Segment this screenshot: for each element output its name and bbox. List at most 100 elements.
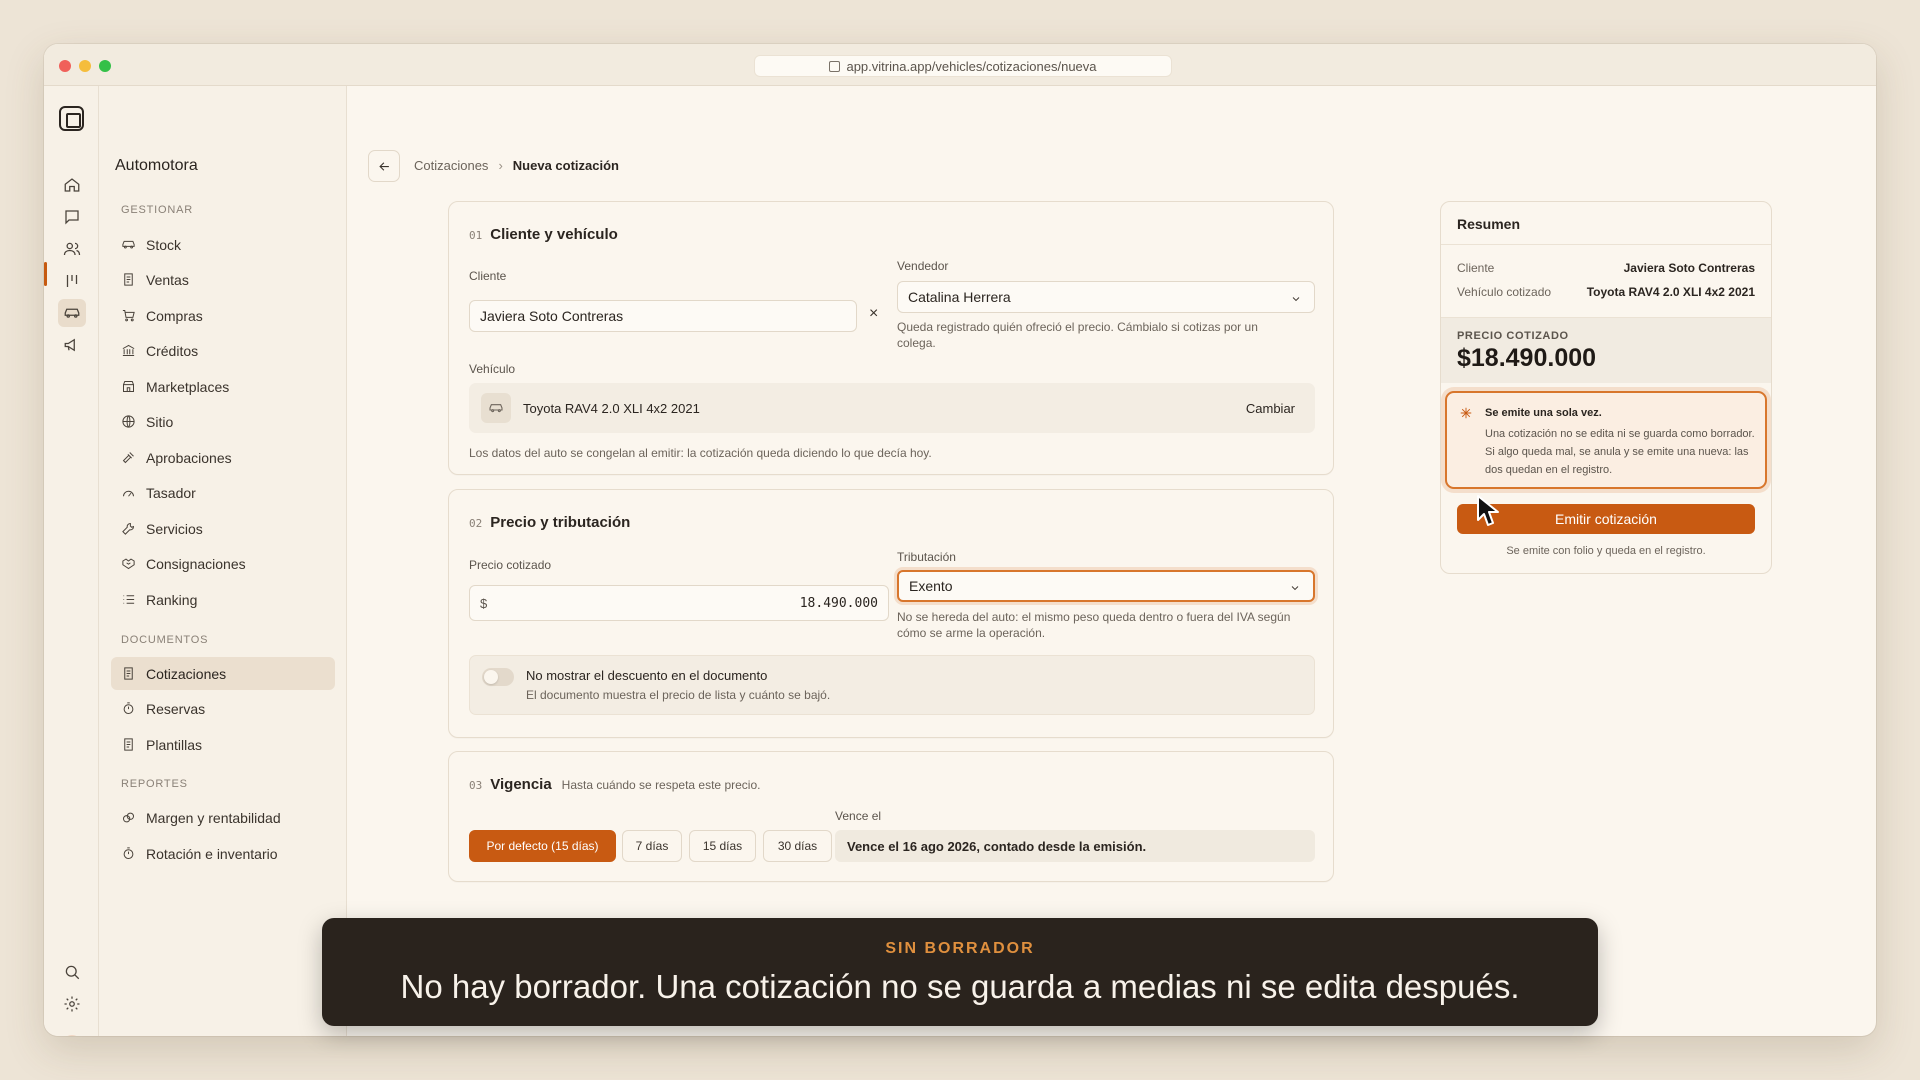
sidebar-item-label: Ventas xyxy=(146,271,189,288)
card-header: 02 Precio y tributación xyxy=(469,514,630,531)
mouse-cursor-icon xyxy=(1477,495,1499,526)
users-icon[interactable] xyxy=(58,235,86,263)
card-cliente-vehiculo: 01 Cliente y vehículo Cliente Javiera So… xyxy=(448,201,1334,475)
sidebar-item-label: Sitio xyxy=(146,413,174,430)
bank-icon xyxy=(122,344,135,356)
section-number: 01 xyxy=(469,229,483,242)
caption-text: No hay borrador. Una cotización no se gu… xyxy=(400,968,1520,1005)
home-icon[interactable] xyxy=(58,171,86,199)
sidebar-item-tasador[interactable]: Tasador xyxy=(111,476,335,509)
sidebar-item-cotizaciones[interactable]: Cotizaciones xyxy=(111,657,335,690)
price-value: $18.490.000 xyxy=(1457,344,1597,372)
sidebar-item-label: Marketplaces xyxy=(146,378,230,395)
card-header: 03 Vigencia Hasta cuándo se respeta este… xyxy=(469,776,760,793)
maximize-window-button[interactable] xyxy=(99,60,111,72)
sidebar-item-margen[interactable]: Margen y rentabilidad xyxy=(111,801,335,834)
clear-cliente-button[interactable]: × xyxy=(869,305,878,323)
sidebar-item-compras[interactable]: Compras xyxy=(111,299,335,332)
sidebar-item-plantillas[interactable]: Plantillas xyxy=(111,728,335,761)
gear-icon[interactable] xyxy=(58,990,86,1018)
breadcrumb-current: Nueva cotización xyxy=(512,158,619,173)
vendedor-select[interactable]: Catalina Herrera xyxy=(897,281,1315,313)
site-info-icon xyxy=(829,60,841,72)
price-label: PRECIO COTIZADO xyxy=(1457,330,1569,342)
summary-value: Toyota RAV4 2.0 XLI 4x2 2021 xyxy=(1586,285,1755,299)
descuento-toggle[interactable] xyxy=(482,668,514,686)
vendedor-help-line-1: Queda registrado quién ofreció el precio… xyxy=(897,320,1258,334)
sidebar-item-sitio[interactable]: Sitio xyxy=(111,405,335,438)
sidebar-item-reservas[interactable]: Reservas xyxy=(111,692,335,725)
megaphone-icon[interactable] xyxy=(58,331,86,359)
vigencia-option-30[interactable]: 30 días xyxy=(763,830,832,862)
descuento-toggle-row: No mostrar el descuento en el documento … xyxy=(469,655,1315,715)
tributacion-label: Tributación xyxy=(897,550,956,564)
cliente-label: Cliente xyxy=(469,269,507,283)
currency-symbol: $ xyxy=(480,595,488,611)
section-subtitle: Hasta cuándo se respeta este precio. xyxy=(561,778,761,792)
summary-key: Vehículo cotizado xyxy=(1457,285,1552,299)
sidebar-item-creditos[interactable]: Créditos xyxy=(111,334,335,367)
divider xyxy=(1441,244,1771,245)
precio-field[interactable]: $ 18.490.000 xyxy=(469,585,889,621)
car-icon[interactable] xyxy=(58,299,86,327)
app-logo[interactable] xyxy=(59,106,84,131)
sidebar-item-rotacion[interactable]: Rotación e inventario xyxy=(111,837,335,870)
warning-title: Se emite una sola vez. xyxy=(1485,407,1602,419)
sidebar-item-label: Créditos xyxy=(146,342,199,359)
breadcrumb-separator: › xyxy=(498,158,503,173)
precio-label: Precio cotizado xyxy=(469,558,552,572)
tributacion-select[interactable]: Exento xyxy=(897,570,1315,602)
sidebar-item-consignaciones[interactable]: Consignaciones xyxy=(111,547,335,580)
sidebar-item-stock[interactable]: Stock xyxy=(111,228,335,261)
chevron-down-icon xyxy=(1290,292,1302,304)
handshake-icon xyxy=(122,558,135,570)
summary-value: Javiera Soto Contreras xyxy=(1623,261,1755,275)
minimize-window-button[interactable] xyxy=(79,60,91,72)
summary-title: Resumen xyxy=(1457,216,1521,232)
messages-icon[interactable] xyxy=(58,203,86,231)
document-icon xyxy=(124,738,133,751)
vigencia-option-7[interactable]: 7 días xyxy=(622,830,682,862)
emit-note: Se emite con folio y queda en el registr… xyxy=(1506,545,1706,557)
user-avatar[interactable]: CH xyxy=(61,1035,83,1036)
sidebar-item-aprobaciones[interactable]: Aprobaciones xyxy=(111,441,335,474)
url-bar[interactable]: app.vitrina.app/vehicles/cotizaciones/nu… xyxy=(754,55,1172,77)
sidebar-item-marketplaces[interactable]: Marketplaces xyxy=(111,370,335,403)
sidebar-item-label: Rotación e inventario xyxy=(146,845,278,862)
pipeline-icon[interactable] xyxy=(58,267,86,295)
cambiar-vehiculo-button[interactable]: Cambiar xyxy=(1246,401,1295,416)
vigencia-option-15[interactable]: 15 días xyxy=(689,830,756,862)
vence-label: Vence el xyxy=(835,809,882,823)
close-window-button[interactable] xyxy=(59,60,71,72)
sidebar-item-servicios[interactable]: Servicios xyxy=(111,512,335,545)
price-block: PRECIO COTIZADO $18.490.000 xyxy=(1441,317,1771,383)
card-header: 01 Cliente y vehículo xyxy=(469,226,618,243)
browser-titlebar: app.vitrina.app/vehicles/cotizaciones/nu… xyxy=(44,44,1876,86)
vence-value: Vence el 16 ago 2026, contado desde la e… xyxy=(835,830,1315,862)
search-icon[interactable] xyxy=(58,958,86,986)
cart-icon xyxy=(122,310,135,322)
section-title: Cliente y vehículo xyxy=(490,226,618,243)
vehiculo-label: Vehículo xyxy=(469,362,516,376)
vendedor-help: Queda registrado quién ofreció el precio… xyxy=(897,319,1315,351)
sidebar-item-ranking[interactable]: Ranking xyxy=(111,583,335,616)
app-window: app.vitrina.app/vehicles/cotizaciones/nu… xyxy=(44,44,1876,1036)
section-label-documentos: DOCUMENTOS xyxy=(121,634,209,646)
breadcrumb-parent-link[interactable]: Cotizaciones xyxy=(414,158,488,173)
car-icon xyxy=(122,240,135,249)
chevron-down-icon xyxy=(1289,581,1301,593)
tributacion-value: Exento xyxy=(909,578,953,594)
vendedor-help-line-2: colega. xyxy=(897,336,936,350)
vehiculo-selected: Toyota RAV4 2.0 XLI 4x2 2021 Cambiar xyxy=(469,383,1315,433)
breadcrumb: Cotizaciones › Nueva cotización xyxy=(414,158,619,173)
tributacion-help-line-1: No se hereda del auto: el mismo peso que… xyxy=(897,610,1291,624)
vigencia-option-default[interactable]: Por defecto (15 días) xyxy=(469,830,616,862)
sidebar-item-ventas[interactable]: Ventas xyxy=(111,263,335,296)
back-button[interactable] xyxy=(368,150,400,182)
sidebar-item-label: Servicios xyxy=(146,520,203,537)
list-icon xyxy=(123,595,135,604)
cliente-field[interactable]: Javiera Soto Contreras xyxy=(469,300,857,332)
main-content: Cotizaciones › Nueva cotización 01 Clien… xyxy=(348,86,1876,1036)
section-number: 03 xyxy=(469,779,483,792)
tributacion-help-line-2: cómo se arme la operación. xyxy=(897,626,1046,640)
